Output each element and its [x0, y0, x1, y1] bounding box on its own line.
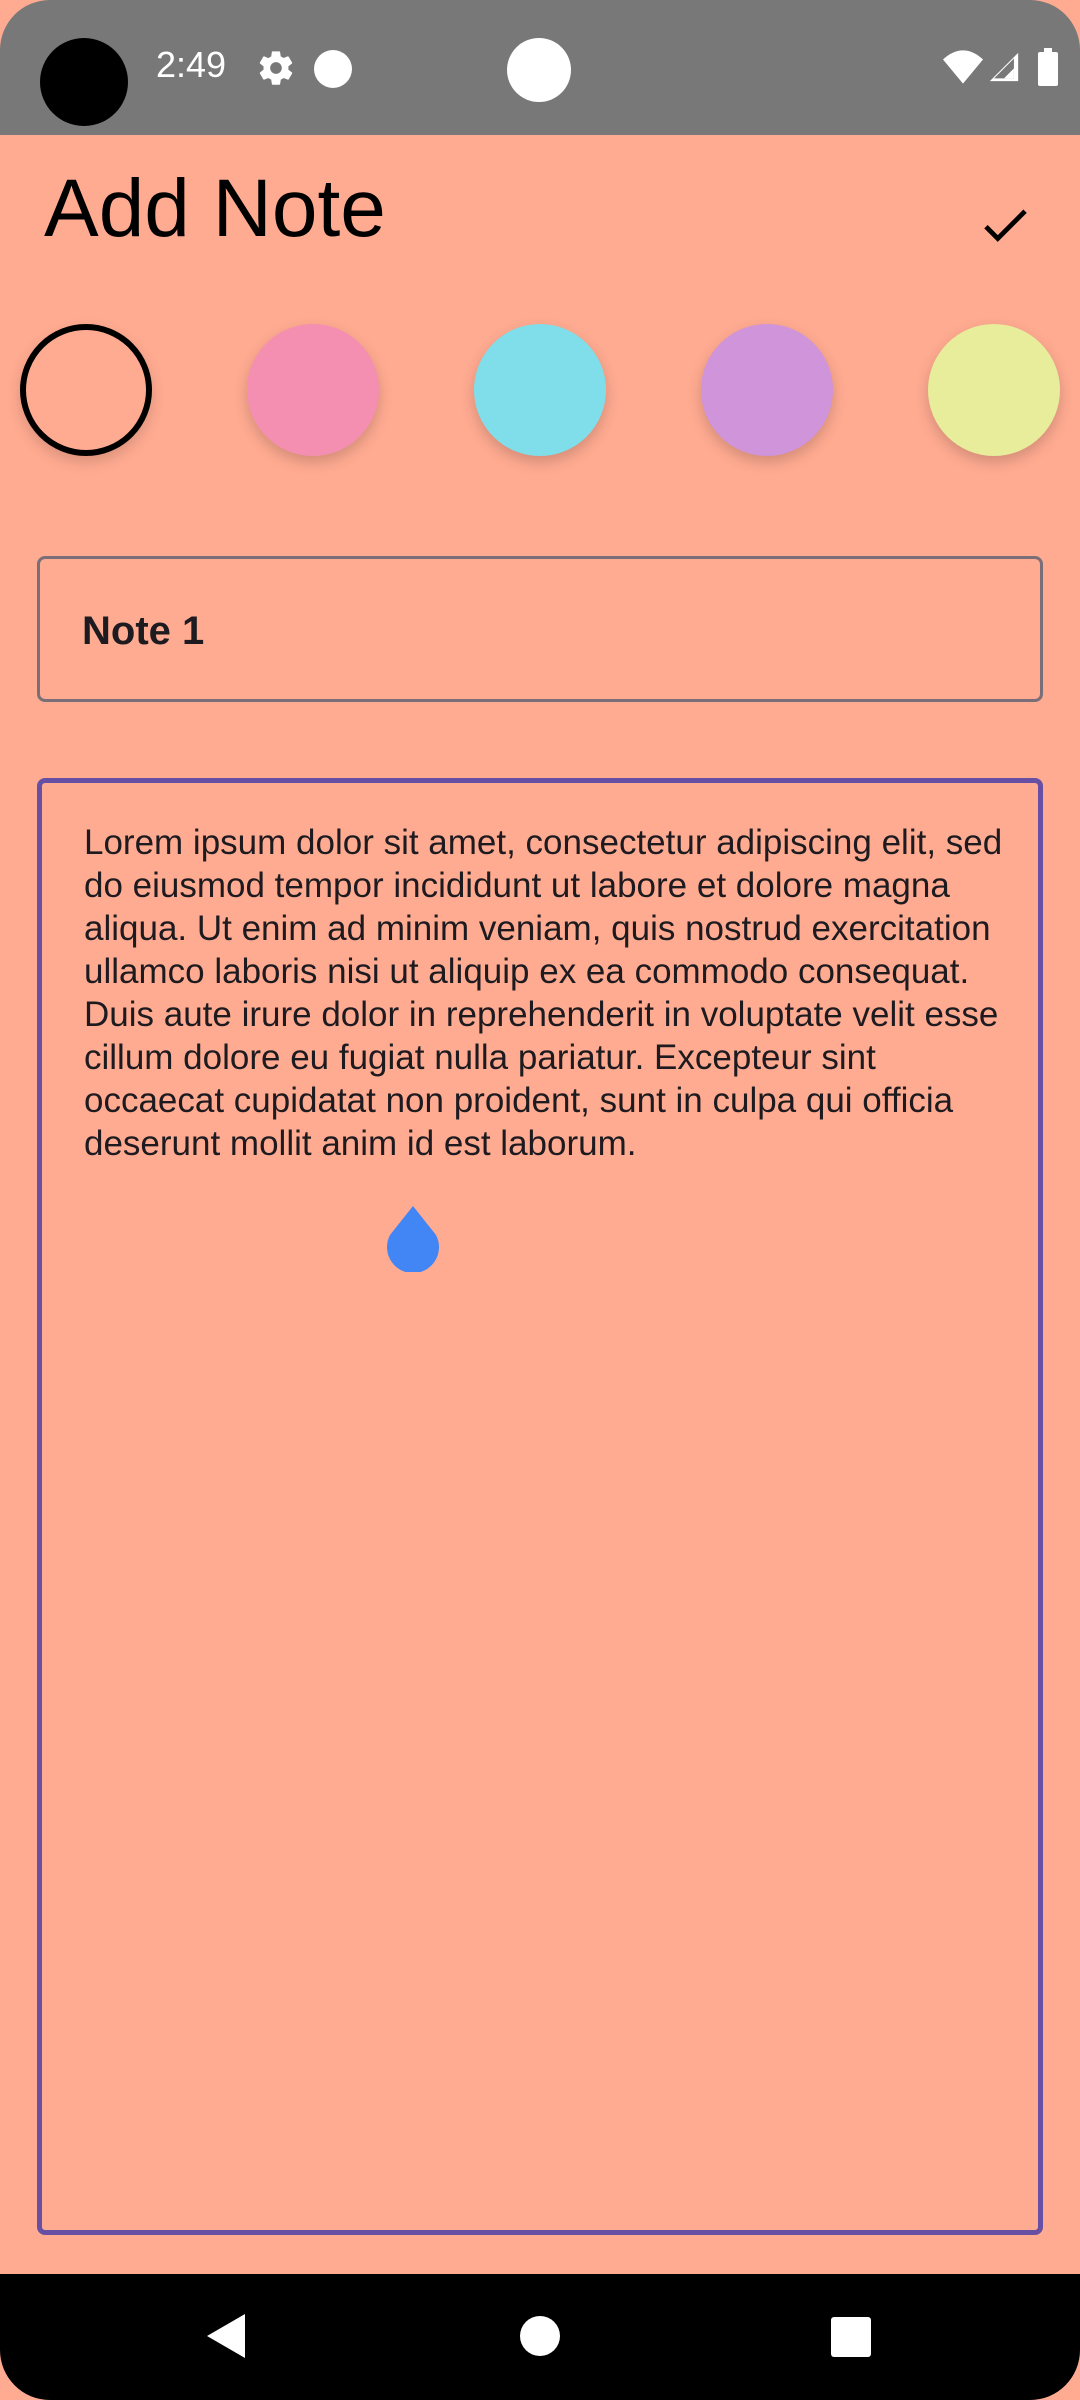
- dot-icon: [314, 50, 352, 88]
- cursor-handle-icon[interactable]: [387, 1206, 439, 1272]
- battery-icon: [1038, 48, 1058, 86]
- note-body-text: Lorem ipsum dolor sit amet, consectetur …: [84, 823, 1003, 1163]
- note-title-text: Note 1: [82, 609, 205, 653]
- status-bar: 2:49: [0, 0, 1080, 135]
- color-swatch-peach[interactable]: [20, 324, 152, 456]
- recents-icon[interactable]: [831, 2317, 871, 2357]
- check-icon: [984, 209, 1027, 242]
- color-swatch-pink[interactable]: [247, 324, 379, 456]
- note-body-field[interactable]: Lorem ipsum dolor sit amet, consectetur …: [37, 778, 1043, 2235]
- gear-icon: [259, 51, 293, 85]
- wifi-icon: [943, 50, 983, 84]
- home-icon[interactable]: [520, 2316, 560, 2356]
- camera-dot-icon: [507, 38, 571, 102]
- camera-cutout: [40, 38, 128, 126]
- page-title: Add Note: [44, 163, 386, 254]
- signal-icon: [989, 52, 1019, 82]
- back-icon[interactable]: [205, 2314, 249, 2358]
- note-title-field[interactable]: Note 1: [37, 556, 1043, 702]
- save-button[interactable]: [970, 190, 1040, 260]
- color-swatch-lavender[interactable]: [701, 324, 833, 456]
- color-swatch-cyan[interactable]: [474, 324, 606, 456]
- color-swatch-yellow[interactable]: [928, 324, 1060, 456]
- status-time: 2:49: [156, 44, 227, 85]
